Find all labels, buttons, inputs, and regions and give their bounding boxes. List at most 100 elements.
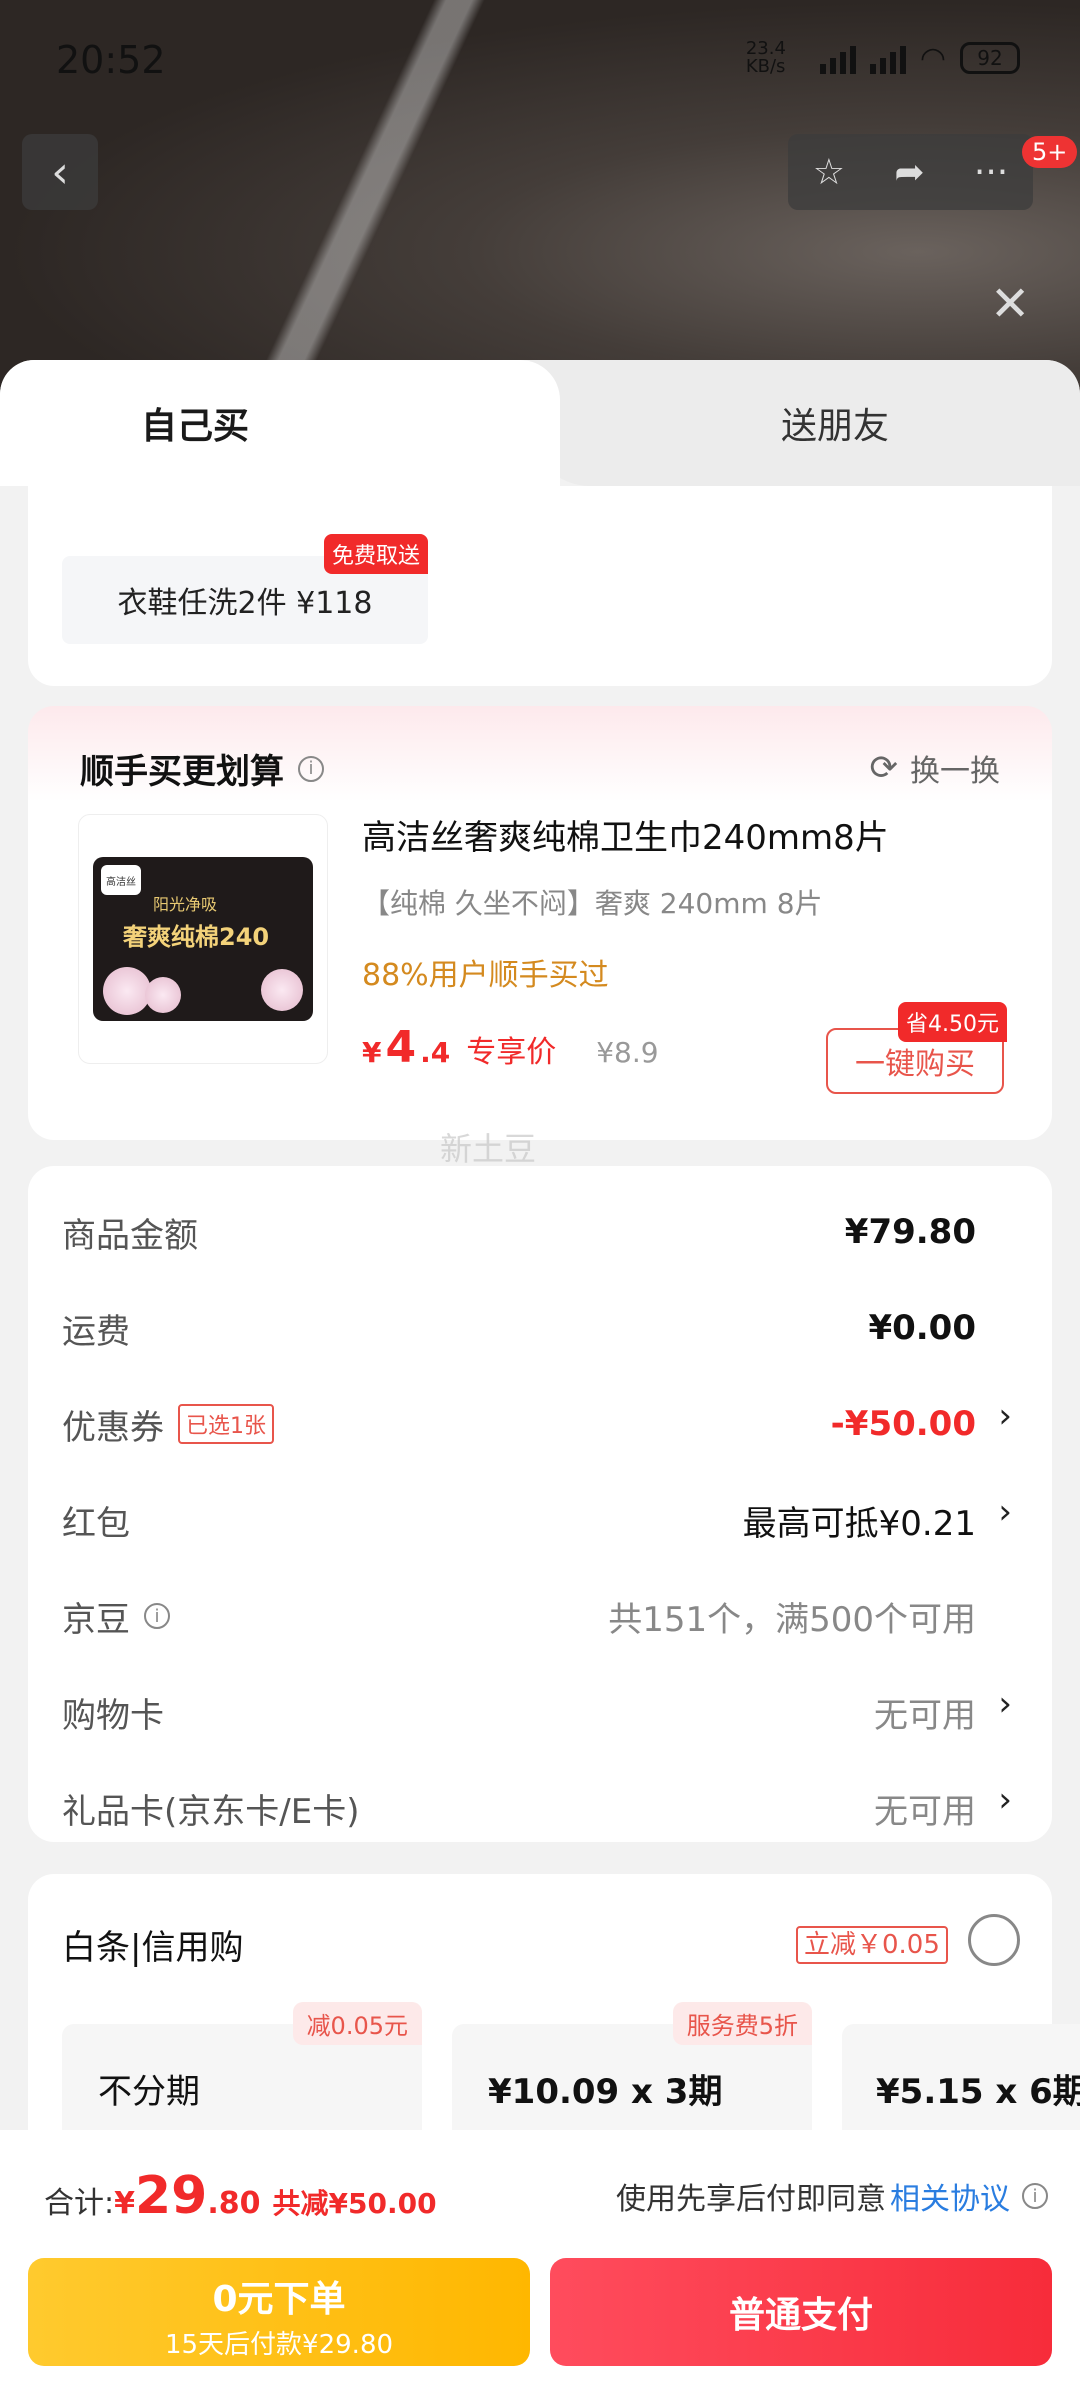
service-chip[interactable]: 衣鞋任洗2件 ¥118 免费取送 xyxy=(62,534,428,644)
product-price: ¥ 4 .4 专享价 ¥8.9 xyxy=(362,1022,659,1073)
service-chip-tag: 免费取送 xyxy=(323,534,428,574)
price-currency: ¥ xyxy=(362,1036,382,1069)
summary-label: 礼品卡(京东卡/E卡) xyxy=(62,1791,360,1832)
save-tag: 省4.50元 xyxy=(898,1002,1007,1042)
info-icon[interactable]: i xyxy=(298,755,324,782)
tab-self[interactable]: 自己买 xyxy=(0,360,560,486)
summary-value: -¥50.00 xyxy=(830,1404,976,1444)
top-action-group: ☆ ➦ ··· xyxy=(788,134,1033,210)
info-icon[interactable]: i xyxy=(1022,2183,1048,2209)
price-summary-card: 商品金额 ¥79.80 运费 ¥0.00 优惠券 已选1张 -¥50.00 › 红… xyxy=(28,1166,1052,1842)
summary-value: 共151个，满500个可用 xyxy=(608,1599,976,1640)
message-badge: 5+ xyxy=(1022,136,1078,168)
agreement-link[interactable]: 相关协议 xyxy=(890,2174,1010,2218)
info-icon[interactable]: i xyxy=(144,1603,170,1629)
total-int: 29 xyxy=(134,2166,208,2226)
checkout-sheet: 送朋友 自己买 衣鞋任洗2件 ¥118 免费取送 顺手买更划算 i ⟳ 换一换 … xyxy=(0,360,1080,2400)
tab-friend[interactable]: 送朋友 xyxy=(530,360,1080,486)
summary-value: 无可用 xyxy=(874,1791,976,1832)
summary-row-gift-card[interactable]: 礼品卡(京东卡/E卡) 无可用 xyxy=(62,1778,976,1838)
baitiao-title: 白条|信用购 xyxy=(62,1928,244,1968)
summary-row-goods: 商品金额 ¥79.80 xyxy=(62,1202,976,1262)
back-button[interactable]: ‹ xyxy=(22,134,98,210)
normal-pay-label: 普通支付 xyxy=(728,2295,873,2336)
product-social-proof: 88%用户顺手买过 xyxy=(362,958,609,993)
summary-row-shopping-card[interactable]: 购物卡 无可用 xyxy=(62,1682,976,1742)
status-bar-icons: 23.4 KB/s ◠ 92 xyxy=(746,40,1020,76)
summary-value: ¥0.00 xyxy=(868,1308,976,1348)
summary-row-jingdou: 京豆 i 共151个，满500个可用 xyxy=(62,1586,976,1646)
chevron-right-icon: › xyxy=(998,1492,1012,1532)
product-name[interactable]: 高洁丝奢爽纯棉卫生巾240mm8片 xyxy=(362,810,889,859)
summary-row-coupon[interactable]: 优惠券 已选1张 -¥50.00 xyxy=(62,1394,976,1454)
flower-decoration xyxy=(261,969,303,1011)
agreement-note: 使用先享后付即同意 相关协议 i xyxy=(616,2174,1048,2218)
share-icon[interactable]: ➦ xyxy=(894,152,924,193)
baitiao-promo-tag: 立减￥0.05 xyxy=(796,1926,948,1964)
close-icon[interactable]: ✕ xyxy=(990,276,1030,332)
original-price: ¥8.9 xyxy=(596,1036,659,1069)
brand-logo: 高洁丝 xyxy=(101,865,141,895)
chevron-right-icon: › xyxy=(998,1780,1012,1820)
agreement-prefix: 使用先享后付即同意 xyxy=(616,2182,886,2217)
summary-label: 运费 xyxy=(62,1311,130,1352)
signal-icon xyxy=(819,42,856,74)
net-speed: 23.4 KB/s xyxy=(745,38,786,77)
watermark: 新土豆 xyxy=(440,1130,537,1168)
more-icon[interactable]: ··· xyxy=(974,152,1008,193)
plan-option[interactable]: 减0.05元 不分期 xyxy=(62,2002,422,2144)
refresh-label: 换一换 xyxy=(910,754,1000,789)
summary-value: 无可用 xyxy=(874,1695,976,1736)
signal-icon-2 xyxy=(869,42,906,74)
total-currency: ¥ xyxy=(114,2186,135,2221)
status-time: 20:52 xyxy=(56,38,166,82)
quick-buy-label: 一键购买 xyxy=(855,1047,975,1082)
flower-decoration xyxy=(145,977,181,1013)
tab-self-label: 自己买 xyxy=(140,406,249,447)
package-text: 奢爽纯棉240 xyxy=(123,923,270,951)
coupon-selected-tag: 已选1张 xyxy=(178,1404,274,1444)
baitiao-radio[interactable] xyxy=(968,1914,1020,1966)
normal-pay-button[interactable]: 普通支付 xyxy=(550,2258,1052,2366)
tab-bar: 送朋友 自己买 xyxy=(0,360,1080,486)
product-desc: 【纯棉 久坐不闷】奢爽 240mm 8片 xyxy=(362,887,823,920)
flower-decoration xyxy=(103,967,151,1015)
upsell-title: 顺手买更划算 xyxy=(80,752,284,792)
total-discount: 共减¥50.00 xyxy=(272,2187,437,2220)
total-price: 合计: ¥ 29 .80 共减¥50.00 xyxy=(44,2166,437,2226)
plan-option[interactable]: ¥5.15 x 6期 xyxy=(842,2024,1080,2144)
price-int: 4 xyxy=(385,1022,417,1073)
checkout-bottom-bar: 合计: ¥ 29 .80 共减¥50.00 使用先享后付即同意 相关协议 i 0… xyxy=(0,2130,1080,2400)
price-dec: .4 xyxy=(420,1036,451,1069)
summary-label: 商品金额 xyxy=(62,1215,198,1256)
service-card: 衣鞋任洗2件 ¥118 免费取送 xyxy=(28,486,1052,686)
zero-order-label: 0元下单 xyxy=(212,2279,346,2320)
total-dec: .80 xyxy=(207,2186,261,2221)
chevron-right-icon: › xyxy=(998,1396,1012,1436)
product-image[interactable]: 高洁丝 阳光净吸 奢爽纯棉240 xyxy=(78,814,328,1064)
summary-label: 京豆 xyxy=(62,1599,130,1640)
chevron-left-icon: ‹ xyxy=(51,146,69,198)
summary-row-shipping: 运费 ¥0.00 xyxy=(62,1298,976,1358)
star-icon[interactable]: ☆ xyxy=(813,152,845,193)
plan-text: ¥10.09 x 3期 xyxy=(488,2072,723,2112)
summary-label: 购物卡 xyxy=(62,1695,164,1736)
tab-friend-label: 送朋友 xyxy=(780,406,889,447)
summary-value: ¥79.80 xyxy=(844,1212,976,1252)
price-label: 专享价 xyxy=(466,1035,557,1070)
package-subtext: 阳光净吸 xyxy=(153,895,218,914)
plan-tag: 减0.05元 xyxy=(292,2002,422,2045)
refresh-button[interactable]: ⟳ 换一换 xyxy=(870,746,1001,790)
plan-text: ¥5.15 x 6期 xyxy=(876,2072,1080,2112)
upsell-card: 顺手买更划算 i ⟳ 换一换 高洁丝 阳光净吸 奢爽纯棉240 高洁丝奢爽纯棉卫… xyxy=(28,706,1052,1140)
plan-option[interactable]: 服务费5折 ¥10.09 x 3期 xyxy=(452,2002,812,2144)
zero-order-button[interactable]: 0元下单 15天后付款¥29.80 xyxy=(28,2258,530,2366)
wifi-icon: ◠ xyxy=(919,40,946,76)
summary-label: 优惠券 xyxy=(62,1407,164,1448)
battery-icon: 92 xyxy=(960,42,1020,74)
plan-text: 不分期 xyxy=(98,2072,200,2112)
chevron-right-icon: › xyxy=(998,1684,1012,1724)
summary-label: 红包 xyxy=(62,1503,130,1544)
summary-row-redpacket[interactable]: 红包 最高可抵¥0.21 xyxy=(62,1490,976,1550)
refresh-icon: ⟳ xyxy=(869,748,899,788)
